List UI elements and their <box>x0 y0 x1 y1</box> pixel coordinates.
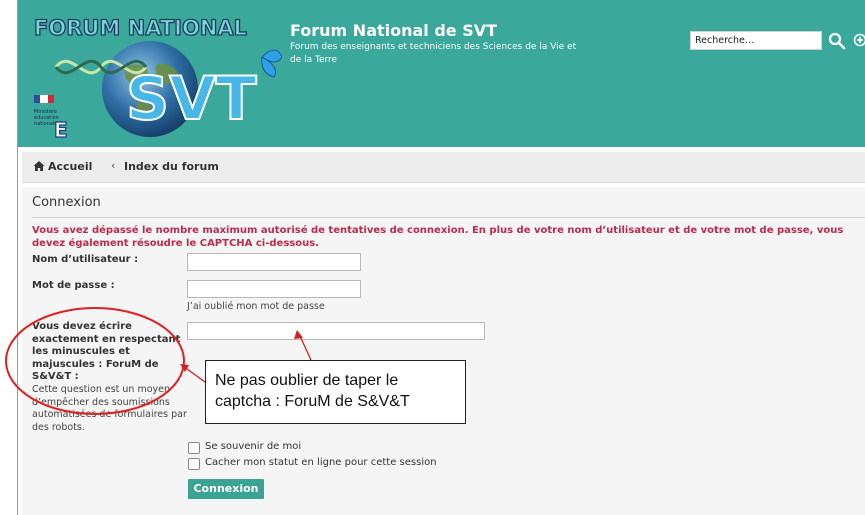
hide-status-label[interactable]: Cacher mon statut en ligne pour cette se… <box>205 457 437 468</box>
captcha-field[interactable] <box>187 322 485 340</box>
login-title: Connexion <box>32 195 101 210</box>
site-title[interactable]: Forum National de SVT <box>290 21 497 40</box>
username-label: Nom d’utilisateur : <box>32 254 139 265</box>
breadcrumb-separator: ‹ <box>111 159 116 172</box>
search-icon[interactable] <box>827 31 847 51</box>
captcha-question: Vous devez écrire exactement en respecta… <box>32 321 181 382</box>
advanced-search-icon[interactable] <box>853 33 865 47</box>
username-field[interactable] <box>187 253 361 271</box>
hide-status-checkbox[interactable] <box>188 458 200 470</box>
svg-text:E: E <box>54 118 68 142</box>
login-button[interactable]: Connexion <box>188 479 264 499</box>
password-label: Mot de passe : <box>32 280 115 291</box>
breadcrumb-forum-index-link[interactable]: Index du forum <box>124 160 219 173</box>
svg-text:Ministère: Ministère <box>34 108 57 115</box>
captcha-explanation: Cette question est un moyen d’empêcher d… <box>32 384 187 433</box>
login-panel: Connexion Vous avez dépassé le nombre ma… <box>22 187 865 515</box>
site-description: Forum des enseignants et techniciens des… <box>290 42 577 65</box>
logo-text-top: FORUM NATIONAL <box>34 16 247 40</box>
annotation-text-line1: Ne pas oublier de taper le <box>215 372 399 389</box>
search-input[interactable]: Recherche… <box>690 31 822 50</box>
annotation-text-line2: captcha : ForuM de S&V&T <box>215 393 410 410</box>
logo-text-main: SVT <box>126 64 257 134</box>
breadcrumb-home-link[interactable]: Accueil <box>48 160 92 173</box>
error-message: Vous avez dépassé le nombre maximum auto… <box>32 225 844 249</box>
forgot-password-link[interactable]: J’ai oublié mon mot de passe <box>187 301 325 312</box>
home-icon[interactable] <box>33 160 45 172</box>
remember-me-label[interactable]: Se souvenir de moi <box>205 441 301 452</box>
site-logo[interactable]: FORUM NATIONAL SVT Ministère éducation n… <box>26 7 282 143</box>
annotation-callout: Ne pas oublier de taper le captcha : For… <box>205 360 466 424</box>
divider <box>32 217 865 218</box>
remember-me-checkbox[interactable] <box>188 442 200 454</box>
breadcrumb: Accueil ‹ Index du forum <box>22 152 865 183</box>
password-field[interactable] <box>187 280 361 298</box>
